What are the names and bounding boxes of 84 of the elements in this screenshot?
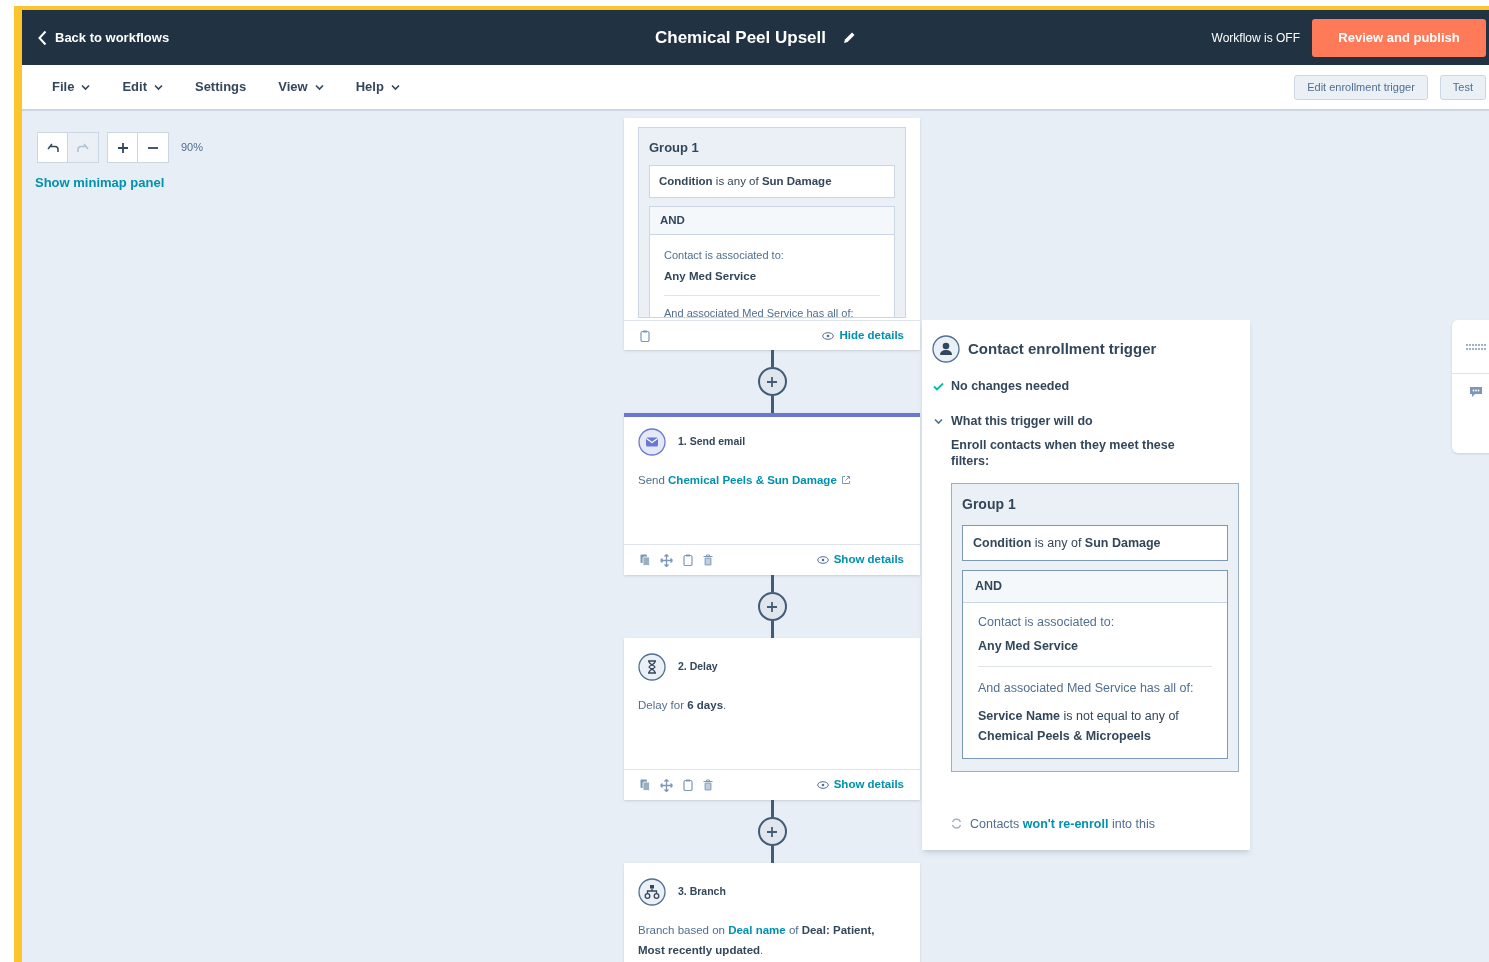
move-icon[interactable]	[660, 778, 673, 792]
chevron-left-icon	[38, 29, 47, 46]
zoom-out-button[interactable]	[138, 132, 169, 163]
action-title: 2. Delay	[678, 659, 718, 675]
association-text: Contact is associated to:	[978, 614, 1116, 631]
chevron-down-icon	[389, 82, 400, 92]
menu-item[interactable]: File	[52, 77, 91, 97]
association-text: Contact is associated to:	[664, 248, 785, 263]
action-description: Branch based on Deal name of Deal: Patient, Most recently updated.	[638, 923, 876, 958]
action-title: 1. Send email	[678, 434, 746, 450]
property-intro: And associated Med Service has all of:	[664, 305, 855, 317]
hourglass-icon	[638, 653, 666, 681]
property-intro: And associated Med Service has all of:	[978, 679, 1195, 697]
chevron-down-icon	[80, 82, 91, 92]
filter-text: Service Name is not equal to any of Chemical Peels & Micropeels	[978, 707, 1180, 745]
redo-icon	[77, 142, 89, 153]
add-step-button[interactable]	[757, 592, 787, 621]
move-icon[interactable]	[660, 553, 673, 567]
section-toggle[interactable]: What this trigger will do	[932, 411, 1093, 431]
refresh-icon	[951, 817, 962, 829]
link[interactable]: won't re-enroll	[1022, 816, 1109, 831]
link[interactable]: Chemical Peels & Sun Damage	[668, 474, 851, 486]
plus-icon	[766, 600, 778, 613]
hide-details-link[interactable]: Hide details	[822, 326, 904, 345]
eye-icon	[816, 781, 829, 789]
plus-icon	[116, 141, 129, 154]
clipboard-icon[interactable]	[683, 779, 693, 791]
undo-icon	[46, 142, 59, 153]
clipboard-icon[interactable]	[683, 554, 693, 566]
action-description: Delay for 6 days.	[638, 698, 728, 713]
branch-icon	[638, 878, 666, 906]
intro-text: Enroll contacts when they meet these filters:	[951, 436, 1176, 469]
trash-icon[interactable]	[703, 554, 713, 566]
chevron-down-icon	[933, 416, 943, 427]
plus-icon	[766, 825, 778, 838]
plus-icon	[766, 375, 778, 388]
envelope-icon	[638, 428, 666, 456]
menu-item[interactable]: Help	[355, 77, 400, 97]
and-label: AND	[650, 206, 894, 235]
toolbar-button[interactable]: Test	[1439, 74, 1486, 100]
grip-icon[interactable]	[1466, 343, 1488, 350]
association-target: Any Med Service	[978, 636, 1212, 667]
copy-icon[interactable]	[640, 779, 650, 791]
add-step-button[interactable]	[757, 367, 787, 396]
status-text: No changes needed	[951, 378, 1070, 395]
chevron-down-icon	[152, 82, 163, 92]
eye-icon	[816, 556, 829, 564]
action-title: 3. Branch	[678, 884, 726, 900]
eye-icon	[822, 331, 835, 340]
panel-title: Contact enrollment trigger	[968, 338, 1157, 359]
action-card[interactable]: 3. Branch Branch based on Deal name of Deal: Patient, Most recently updated.	[624, 863, 920, 962]
and-label: AND	[963, 571, 1227, 603]
action-card[interactable]: 1. Send email Send Chemical Peels & Sun Damage Show details	[624, 413, 920, 575]
show-details-link[interactable]: Show details	[816, 551, 904, 569]
zoom-level: 90%	[181, 140, 204, 156]
chat-icon[interactable]	[1469, 386, 1483, 398]
menu-item[interactable]: Edit	[122, 77, 163, 97]
condition-text: Condition is any of Sun Damage	[962, 524, 1228, 562]
workflow-title: Chemical Peel Upsell	[655, 26, 826, 49]
clipboard-icon[interactable]	[640, 329, 650, 342]
trash-icon[interactable]	[703, 779, 713, 791]
workflow-status: Workflow is OFF	[1211, 29, 1300, 47]
group-title: Group 1	[649, 139, 700, 157]
condition-text: Condition is any of Sun Damage	[649, 164, 895, 198]
undo-button[interactable]	[37, 132, 68, 163]
external-link-icon	[840, 475, 851, 485]
show-details-link[interactable]: Show details	[816, 776, 904, 794]
chevron-down-icon	[313, 82, 324, 92]
check-icon	[933, 381, 944, 391]
reenroll-text: Contacts won't re-enroll into this	[970, 815, 1155, 833]
pencil-icon[interactable]	[842, 30, 856, 45]
action-card[interactable]: 2. Delay Delay for 6 days. Show details	[624, 638, 920, 800]
toolbar-button[interactable]: Edit enrollment trigger	[1294, 74, 1428, 100]
menu-item[interactable]: View	[278, 77, 324, 97]
back-link[interactable]: Back to workflows	[38, 27, 170, 48]
copy-icon[interactable]	[640, 554, 650, 566]
menu-item[interactable]: Settings	[194, 77, 247, 97]
zoom-in-button[interactable]	[107, 132, 138, 163]
person-icon	[932, 335, 960, 363]
group-title: Group 1	[962, 494, 1017, 514]
add-step-button[interactable]	[757, 817, 787, 846]
link[interactable]: Deal name	[728, 924, 786, 936]
association-target: Any Med Service	[664, 267, 880, 296]
action-description: Send Chemical Peels & Sun Damage	[638, 470, 906, 490]
